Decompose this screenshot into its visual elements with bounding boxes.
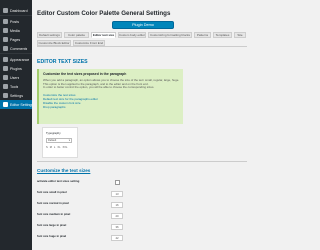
customize-title: Customize the text sizes [37,168,91,173]
posts-icon [3,19,8,24]
chevron-down-icon: ▾ [68,139,70,142]
comments-icon [3,46,8,51]
link-drop-paragraphs[interactable]: Drop paragraphs [43,105,179,109]
info-notice: Customize the text sizes proposed in the… [37,69,183,124]
font-size-medium-input[interactable]: 20 [111,213,123,219]
menu-pages[interactable]: Pages [0,35,32,44]
settings-icon [3,93,8,98]
font-size-select-value: Default [48,139,57,142]
font-size-normal-input[interactable]: 16 [111,202,123,208]
menu-dashboard[interactable]: Dashboard [0,6,32,15]
tab-site[interactable]: Site [234,32,246,38]
dashboard-icon [3,8,8,13]
setting-label: font size small in pixel [37,190,67,194]
setting-label: activate editor text sizes setting [37,179,80,183]
tab-patterns[interactable]: Patterns [194,32,211,38]
notice-heading: Customize the text sizes proposed in the… [43,72,127,76]
page-title: Editor Custom Color Palette General Sett… [37,10,171,17]
plugins-icon [3,66,8,71]
setting-row-huge: font size huge in pixel 42 [37,234,137,243]
tab-editor-text-size[interactable]: Editor text size [91,32,116,38]
tab-templates[interactable]: Templates [213,32,232,38]
typography-label: Typography [46,131,61,135]
media-icon [3,28,8,33]
tab-customizing-formatting-blocks[interactable]: Customizing formatting blocks [148,32,192,38]
size-option[interactable]: XXL [63,146,68,149]
admin-sidebar: Dashboard Posts Media Pages Comments App… [0,0,32,250]
menu-posts[interactable]: Posts [0,17,32,26]
tab-color-palette[interactable]: Color palette [64,32,89,38]
notice-line: In order to better control the option, y… [43,86,155,90]
menu-plugins[interactable]: Plugins [0,64,32,73]
menu-editor-settings[interactable]: Editor Settings [0,100,32,109]
size-options: S M L XL XXL [46,146,74,149]
tools-icon [3,84,8,89]
setting-label: font size medium in pixel [37,212,71,216]
setting-row-medium: font size medium in pixel 20 [37,212,137,221]
tab-default-settings[interactable]: Default settings [37,32,62,38]
menu-users[interactable]: Users [0,73,32,82]
activate-checkbox[interactable] [115,180,120,185]
setting-row-large: font size large in pixel 36 [37,223,137,232]
menu-appearance[interactable]: Appearance [0,55,32,64]
setting-label: font size normal in pixel [37,201,69,205]
menu-comments[interactable]: Comments [0,44,32,53]
setting-label: font size huge in pixel [37,234,67,238]
font-size-huge-input[interactable]: 42 [111,235,123,241]
plugin-demo-button[interactable]: Plugin Demo [112,21,174,29]
setting-row-normal: font size normal in pixel 16 [37,201,137,210]
size-option[interactable]: S [46,146,48,149]
setting-row-small: font size small in pixel 13 [37,190,137,199]
font-size-small-input[interactable]: 13 [111,191,123,197]
section-title: EDITOR TEXT SIZES [37,59,88,65]
notice-links: Customize the text sizes Default text si… [43,93,179,109]
size-option[interactable]: XL [57,146,60,149]
pages-icon [3,37,8,42]
font-size-large-input[interactable]: 36 [111,224,123,230]
tabs-divider [37,46,247,47]
size-option[interactable]: M [50,146,52,149]
font-size-select[interactable]: Default ▾ [46,138,72,143]
appearance-icon [3,57,8,62]
main-content: Editor Custom Color Palette General Sett… [32,0,250,250]
menu-separator [0,53,32,54]
setting-row-activate: activate editor text sizes setting [37,179,137,188]
setting-label: font size large in pixel [37,223,67,227]
typography-preview: Typography Default ▾ S M L XL XXL [42,127,78,158]
users-icon [3,75,8,80]
section-divider [37,161,247,162]
menu-tools[interactable]: Tools [0,82,32,91]
size-option[interactable]: L [54,146,55,149]
menu-separator [0,15,32,16]
menu-settings[interactable]: Settings [0,91,32,100]
editor-settings-icon [3,102,8,107]
tab-custom-body-editor[interactable]: Custom body editor [118,32,146,38]
menu-media[interactable]: Media [0,26,32,35]
